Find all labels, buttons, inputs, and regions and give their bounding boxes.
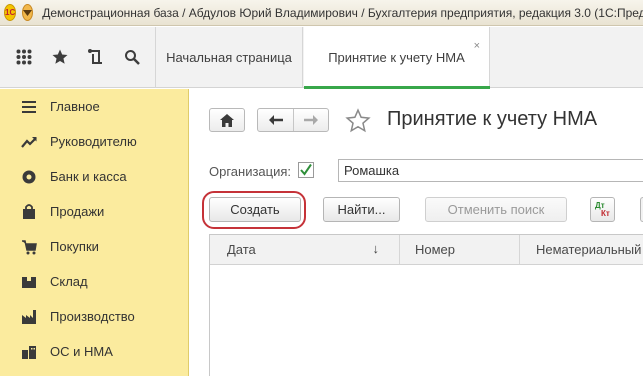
page-title: Принятие к учету НМА: [387, 108, 598, 130]
factory-icon: [20, 308, 38, 326]
sidebar-item-assets[interactable]: ОС и НМА: [0, 334, 188, 369]
back-button[interactable]: [258, 109, 294, 131]
shopping-bag-icon: [20, 203, 38, 221]
home-icon: [220, 113, 234, 127]
sidebar-item-production[interactable]: Производство: [0, 299, 188, 334]
sections-sidebar: Главное Руководителю Банк и касса Продаж…: [0, 89, 189, 376]
column-asset-label: Нематериальный актив: [536, 242, 643, 257]
forward-button[interactable]: [294, 109, 328, 131]
history-icon: [88, 49, 102, 64]
history-nav-group: [257, 108, 329, 132]
arrow-left-icon: [268, 115, 283, 125]
sidebar-item-purchases[interactable]: Покупки: [0, 229, 188, 264]
sidebar-item-label: Руководителю: [50, 134, 137, 149]
shopping-cart-icon: [20, 238, 38, 256]
organization-field[interactable]: Ромашка: [338, 159, 643, 182]
sidebar-item-label: Покупки: [50, 239, 99, 254]
tab-nma-acceptance-label: Принятие к учету НМА: [328, 50, 465, 65]
search-icon: [125, 50, 140, 65]
organization-filter-checkbox[interactable]: [298, 162, 314, 178]
favorites-button[interactable]: [44, 27, 76, 87]
create-button[interactable]: Создать: [209, 197, 301, 222]
sidebar-item-sales[interactable]: Продажи: [0, 194, 188, 229]
1c-logo-icon: 1С: [4, 4, 17, 21]
section-toolbar: Начальная страница Принятие к учету НМА …: [0, 27, 643, 89]
favorites-star-icon: [52, 49, 68, 64]
sidebar-item-label: Продажи: [50, 204, 105, 219]
table-header: Дата ↓ Номер Нематериальный актив: [210, 235, 643, 265]
apps-grid-icon: [16, 49, 32, 65]
arrow-right-icon: [304, 115, 318, 125]
tab-home-label: Начальная страница: [166, 50, 292, 65]
cancel-search-button[interactable]: Отменить поиск: [425, 197, 567, 222]
sidebar-item-bank-cash[interactable]: Банк и касса: [0, 159, 188, 194]
home-button[interactable]: [209, 108, 245, 132]
main-content: Принятие к учету НМА Организация: Ромашк…: [190, 89, 643, 376]
sort-descending-icon: ↓: [372, 241, 380, 256]
sidebar-item-main[interactable]: Главное: [0, 89, 188, 124]
chevron-down-icon: [23, 9, 33, 16]
trend-chart-icon: [20, 133, 38, 151]
column-number[interactable]: Номер: [400, 235, 520, 264]
add-to-favorites-star-icon[interactable]: [345, 108, 371, 134]
column-intangible-asset[interactable]: Нематериальный актив: [520, 235, 643, 264]
sidebar-item-warehouse[interactable]: Склад: [0, 264, 188, 299]
history-button[interactable]: [80, 27, 112, 87]
kt-label: Кт: [601, 209, 610, 218]
sidebar-item-label: Главное: [50, 99, 100, 114]
main-menu-button[interactable]: [22, 4, 34, 21]
close-tab-icon[interactable]: ×: [474, 40, 480, 52]
column-date-label: Дата: [227, 242, 256, 257]
sidebar-item-manager[interactable]: Руководителю: [0, 124, 188, 159]
sidebar-item-label: Склад: [50, 274, 88, 289]
column-date[interactable]: Дата ↓: [210, 235, 400, 264]
sidebar-item-label: Банк и касса: [50, 169, 127, 184]
tab-home[interactable]: Начальная страница: [155, 27, 303, 88]
documents-table[interactable]: Дата ↓ Номер Нематериальный актив: [209, 234, 643, 376]
tab-nma-acceptance[interactable]: Принятие к учету НМА ×: [304, 27, 490, 89]
coins-icon: [20, 168, 38, 186]
column-number-label: Номер: [415, 242, 456, 257]
global-search-button[interactable]: [116, 27, 148, 87]
warehouse-box-icon: [20, 273, 38, 291]
assets-building-icon: [20, 343, 38, 361]
window-title: Демонстрационная база / Абдулов Юрий Вла…: [42, 5, 643, 20]
window-title-bar: 1С Демонстрационная база / Абдулов Юрий …: [0, 0, 643, 26]
sidebar-item-label: Производство: [50, 309, 135, 324]
menu-lines-icon: [20, 98, 38, 116]
find-button[interactable]: Найти...: [323, 197, 400, 222]
organization-label: Организация:: [209, 164, 292, 179]
apps-grid-button[interactable]: [8, 27, 40, 87]
sidebar-item-label: ОС и НМА: [50, 344, 113, 359]
dt-kt-postings-button[interactable]: Дт Кт: [590, 197, 615, 222]
